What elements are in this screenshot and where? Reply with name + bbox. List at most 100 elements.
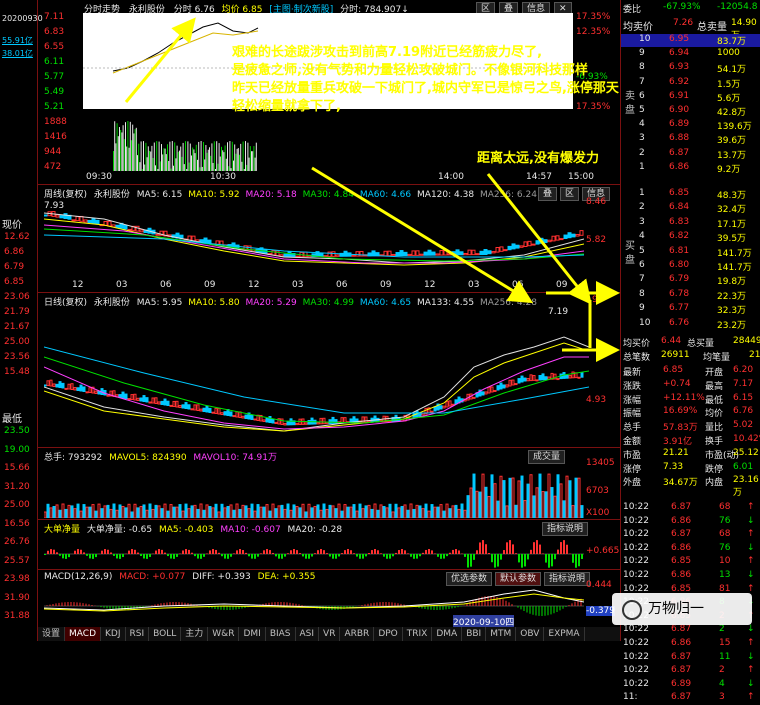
tab-arbr[interactable]: ARBR (340, 627, 374, 641)
bignet-bar (416, 554, 418, 559)
candle (508, 246, 511, 249)
intraday-volume-bar (219, 143, 220, 171)
candle (560, 239, 563, 240)
intraday-volume-bar (141, 141, 142, 171)
tab-dmi[interactable]: DMI (239, 627, 265, 641)
tab-dma[interactable]: DMA (432, 627, 462, 641)
tab-dpo[interactable]: DPO (374, 627, 402, 641)
tab-asi[interactable]: ASI (296, 627, 320, 641)
sell-order-volume: 1000 (717, 48, 740, 58)
tick-price: 6.87 (671, 502, 691, 512)
left-low-5: 16.56 (4, 519, 30, 529)
volume-bar (89, 507, 91, 518)
tick-price: 6.86 (671, 638, 691, 648)
bignet-bar (488, 553, 490, 554)
bignet-bar (233, 553, 235, 554)
sell-order-level: 8 (639, 62, 645, 72)
bignet-bar (308, 554, 310, 559)
tab-bbi[interactable]: BBI (462, 627, 486, 641)
sell-order-row: 96.941000 (621, 48, 760, 61)
intraday-volume-bar (163, 148, 164, 171)
bignet-bar (284, 554, 286, 557)
tab-设置[interactable]: 设置 (38, 627, 65, 641)
buy-order-volume: 17.1万 (717, 217, 746, 230)
tab-kdj[interactable]: KDJ (101, 627, 126, 641)
weekly-x-6: 06 (336, 280, 347, 290)
bignet-bar (110, 552, 112, 554)
intraday-volume-bar (157, 169, 158, 171)
volume-bar (197, 509, 199, 518)
tab-expma[interactable]: EXPMA (544, 627, 584, 641)
candle (480, 251, 483, 254)
tab-obv[interactable]: OBV (516, 627, 544, 641)
intraday-y-left-7: 1888 (44, 117, 67, 127)
tab-boll[interactable]: BOLL (149, 627, 181, 641)
candle (140, 230, 143, 232)
weekly-x-8: 12 (424, 280, 435, 290)
bignet-bar (395, 553, 397, 554)
bignet-bar (470, 554, 472, 567)
bignet-bar (377, 550, 379, 554)
bignet-btn[interactable]: 指标说明 (542, 522, 588, 536)
tab-macd[interactable]: MACD (65, 627, 101, 641)
bignet-bar (413, 554, 415, 559)
bignet-bar (197, 554, 199, 559)
tab-主力[interactable]: 主力 (181, 627, 208, 641)
volume-bar (230, 505, 232, 518)
bignet-bar (554, 554, 556, 559)
volume-bar (581, 506, 583, 518)
intraday-volume-bar (166, 154, 167, 171)
volume-bar (113, 504, 115, 518)
candle (128, 399, 130, 400)
macd-title: MACD(12,26,9) (44, 572, 112, 582)
weekly-svg (44, 199, 584, 279)
candle (521, 376, 523, 382)
current-label: 现价 (2, 216, 22, 231)
buy-order-row: 16.8548.3万 (621, 188, 760, 201)
intraday-volume-bar (228, 166, 229, 171)
intraday-y-left-1: 6.83 (44, 27, 64, 37)
bignet-bar (92, 554, 94, 559)
left-val2[interactable]: 38.01亿 (2, 48, 33, 59)
bignet-bar (371, 550, 373, 554)
stat-row: 涨幅+12.11%最低6.15 (621, 393, 760, 406)
daily-y-right-top: 9 (592, 295, 598, 305)
intraday-volume-bar (180, 147, 181, 171)
bignet-bar (53, 550, 55, 554)
volume-bar (437, 507, 439, 518)
tab-rsi[interactable]: RSI (126, 627, 150, 641)
junbi-label: 均笔量 (703, 350, 730, 363)
volume-bar (347, 507, 349, 518)
candle (488, 251, 491, 254)
volume-bar (173, 507, 175, 518)
intraday-volume-bar (173, 166, 174, 171)
bignet-bar (158, 549, 160, 554)
tick-time: 10:22 (623, 652, 649, 662)
volume-bar (236, 504, 238, 518)
bignet-bar (209, 550, 211, 554)
tab-w&r[interactable]: W&R (208, 627, 239, 641)
candle (62, 383, 64, 388)
candle (497, 386, 499, 390)
bignet-bar (305, 554, 307, 559)
intraday-volume-bar (211, 143, 212, 171)
tab-mtm[interactable]: MTM (486, 627, 516, 641)
tick-row: 10:226.8768↑ (621, 529, 760, 542)
bignet-bar (266, 549, 268, 554)
intraday-y-right-0: 17.35% (576, 12, 610, 22)
tick-price: 6.87 (671, 529, 691, 539)
tick-row: 10:226.8676↓ (621, 516, 760, 529)
bignet-bar (107, 550, 109, 554)
weekly-x-1: 03 (116, 280, 127, 290)
candle (436, 254, 439, 255)
tab-bias[interactable]: BIAS (266, 627, 296, 641)
tick-time: 10:22 (623, 543, 649, 553)
tab-vr[interactable]: VR (319, 627, 340, 641)
volume-bar (398, 508, 400, 518)
buy-order-price: 6.80 (669, 260, 689, 270)
sell-order-volume: 54.1万 (717, 62, 746, 75)
tab-trix[interactable]: TRIX (403, 627, 433, 641)
left-val1[interactable]: 55.91亿 (2, 35, 33, 46)
volume-bar (428, 511, 430, 518)
tick-price: 6.87 (671, 665, 691, 675)
